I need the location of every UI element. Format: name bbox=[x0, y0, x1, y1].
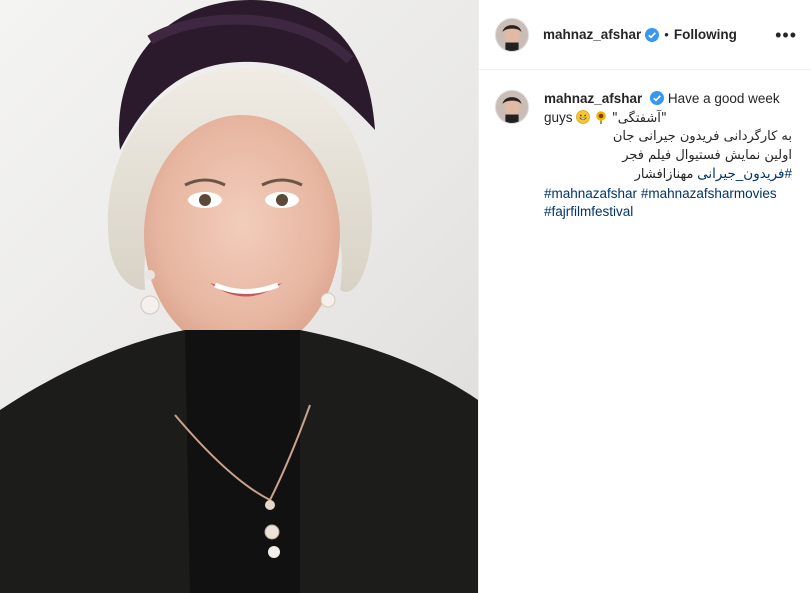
post-side-panel: mahnaz_afshar • Following ••• mahnaz_afs… bbox=[478, 0, 811, 593]
author-username[interactable]: mahnaz_afshar bbox=[543, 27, 641, 42]
caption-line-1: mahnaz_afshar Have a good week bbox=[544, 90, 792, 109]
following-button[interactable]: Following bbox=[674, 27, 737, 42]
author-avatar[interactable] bbox=[495, 17, 529, 52]
caption-comment: mahnaz_afshar Have a good week guys "آشف… bbox=[479, 70, 811, 222]
hashtag-link[interactable]: #fajrfilmfestival bbox=[544, 204, 633, 219]
post-photo[interactable] bbox=[0, 0, 478, 593]
caption-film-title: "آشفتگی" bbox=[611, 110, 667, 126]
caption-hashtags-line: #mahnazafshar #mahnazafsharmovies bbox=[544, 185, 792, 204]
caption-persian-line-2: اولین نمایش فستیوال فیلم فجر bbox=[622, 147, 792, 163]
caption-persian-line-1: به کارگردانی فریدون جیرانی جان bbox=[612, 129, 792, 144]
hashtag-link[interactable]: #mahnazafshar bbox=[544, 186, 637, 201]
portrait-image bbox=[0, 0, 478, 593]
caption-english-text: Have a good week bbox=[667, 91, 780, 106]
sunflower-emoji bbox=[596, 110, 606, 124]
caption-text: mahnaz_afshar Have a good week guys "آشف… bbox=[544, 90, 792, 222]
hashtag-link[interactable]: #فریدون_جیرانی bbox=[697, 166, 792, 181]
caption-persian-line-3: #فریدون_جیرانی مهنازافشار bbox=[544, 165, 792, 185]
separator-dot: • bbox=[664, 27, 669, 42]
caption-hashtags-line-2: #fajrfilmfestival bbox=[544, 203, 792, 222]
caption-author-avatar[interactable] bbox=[495, 90, 529, 124]
caption-username[interactable]: mahnaz_afshar bbox=[544, 91, 642, 106]
verified-badge-icon bbox=[645, 27, 660, 42]
caption-name-text: مهنازافشار bbox=[634, 167, 694, 182]
hashtag-link[interactable]: #mahnazafsharmovies bbox=[641, 186, 777, 201]
caption-line-2: guys "آشفتگی" bbox=[544, 109, 792, 129]
post-header: mahnaz_afshar • Following ••• bbox=[479, 0, 811, 70]
more-options-icon[interactable]: ••• bbox=[775, 26, 797, 44]
caption-english-text-2: guys bbox=[544, 109, 573, 125]
verified-badge-icon bbox=[650, 91, 665, 105]
grinning-face-emoji bbox=[576, 109, 591, 124]
